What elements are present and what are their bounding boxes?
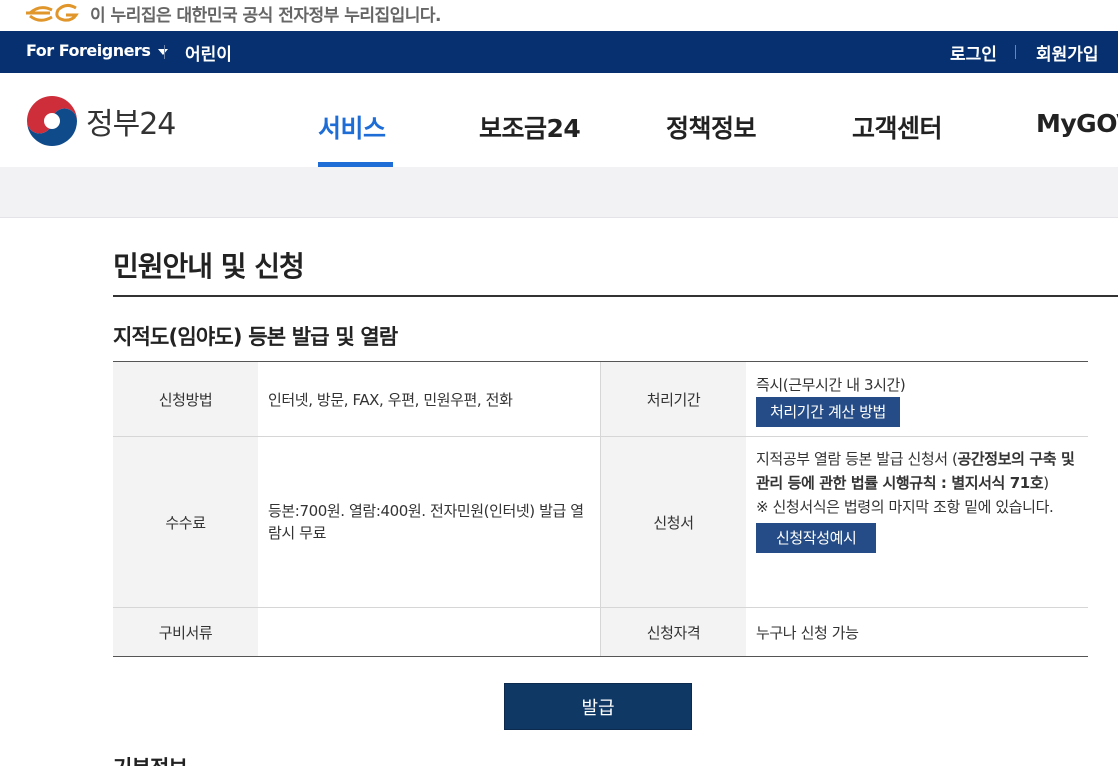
table-row: 구비서류 신청자격 누구나 신청 가능 [113,608,1088,657]
divider [164,45,165,59]
form-name-text: 지적공부 열람 등본 발급 신청서 ( [756,450,958,468]
gov24-logo[interactable]: 정부24 [26,95,176,147]
title-divider [113,295,1118,297]
period-calc-button[interactable]: 처리기간 계산 방법 [756,397,900,427]
table-row: 수수료 등본:700원. 열람:400원. 전자민원(인터넷) 발급 열람시 무… [113,437,1088,608]
signup-link[interactable]: 회원가입 [1036,40,1099,65]
value-required-docs [258,608,600,656]
gov-banner-text: 이 누리집은 대한민국 공식 전자정부 누리집입니다. [90,6,442,26]
basic-info-heading: 기본정보 [113,752,188,766]
login-link[interactable]: 로그인 [950,40,997,65]
application-form-desc: 지적공부 열람 등본 발급 신청서 (공간정보의 구축 및 관리 등에 관한 법… [756,447,1078,495]
nav-customer-center[interactable]: 고객센터 [852,109,943,145]
label-fee: 수수료 [113,437,258,607]
nav-services[interactable]: 서비스 [318,109,386,145]
for-foreigners-dropdown[interactable]: For Foreigners [26,41,169,60]
service-info-table: 신청방법 인터넷, 방문, FAX, 우편, 민원우편, 전화 처리기간 즉시(… [113,361,1088,657]
label-apply-method: 신청방법 [113,362,258,436]
form-example-button[interactable]: 신청작성예시 [756,523,877,553]
divider [1015,45,1016,59]
for-foreigners-label: For Foreigners [26,41,151,60]
value-fee: 등본:700원. 열람:400원. 전자민원(인터넷) 발급 열람시 무료 [258,437,600,607]
page-title: 민원안내 및 신청 [113,250,305,283]
value-processing-period: 즉시(근무시간 내 3시간) 처리기간 계산 방법 [746,362,1088,436]
main-header: 정부24 서비스 보조금24 정책정보 고객센터 MyGOV [0,73,1118,167]
nav-mygov[interactable]: MyGOV [1036,109,1118,138]
table-row: 신청방법 인터넷, 방문, FAX, 우편, 민원우편, 전화 처리기간 즉시(… [113,362,1088,437]
value-application-form: 지적공부 열람 등본 발급 신청서 (공간정보의 구축 및 관리 등에 관한 법… [746,437,1088,607]
utility-bar: For Foreigners 어린이 로그인 회원가입 [0,31,1118,73]
issue-button[interactable]: 발급 [504,683,692,730]
logo-text: 정부24 [86,107,176,142]
processing-period-text: 즉시(근무시간 내 3시간) [756,376,906,394]
service-title: 지적도(임야도) 등본 발급 및 열람 [113,325,398,349]
sub-nav-band [0,167,1118,218]
label-processing-period: 처리기간 [600,362,746,436]
kids-link[interactable]: 어린이 [185,40,232,65]
taeguk-logo-icon [27,96,77,146]
nav-policy-info[interactable]: 정책정보 [666,109,757,145]
form-close-paren: ) [1043,474,1049,492]
nav-subsidy24[interactable]: 보조금24 [479,109,581,145]
gov-banner: 이 누리집은 대한민국 공식 전자정부 누리집입니다. [0,0,1118,31]
label-application-form: 신청서 [600,437,746,607]
label-eligibility: 신청자격 [600,608,746,656]
eg-logo-icon [26,2,80,24]
form-note-text: ※ 신청서식은 법령의 마지막 조항 밑에 있습니다. [756,498,1054,516]
value-apply-method: 인터넷, 방문, FAX, 우편, 민원우편, 전화 [258,362,600,436]
value-eligibility: 누구나 신청 가능 [746,608,1088,656]
label-required-docs: 구비서류 [113,608,258,656]
